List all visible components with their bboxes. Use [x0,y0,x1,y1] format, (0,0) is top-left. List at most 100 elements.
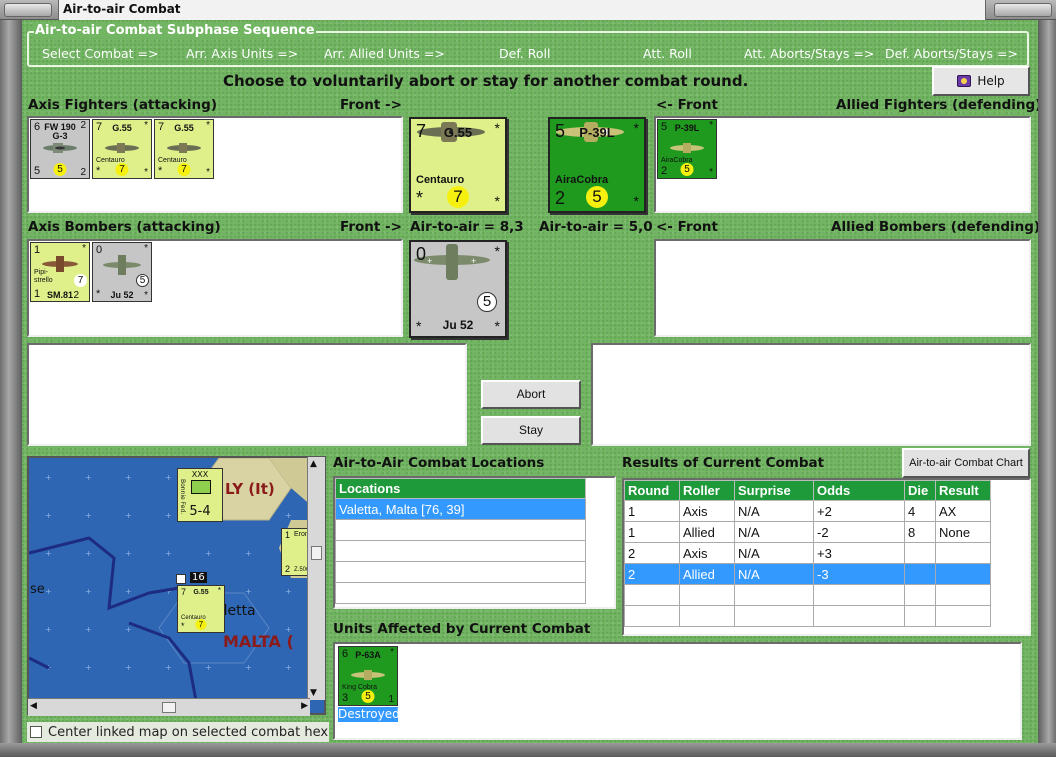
location-row[interactable] [335,561,586,583]
results-cell-round[interactable] [624,584,680,606]
results-cell-die[interactable]: 8 [904,521,936,543]
results-cell-odds[interactable]: -3 [813,563,905,585]
locations-list[interactable]: Locations Valetta, Malta [76, 39] [333,476,616,609]
results-cell-surprise[interactable]: N/A [734,563,814,585]
window-controls[interactable] [994,3,1052,17]
results-cell-surprise[interactable] [734,584,814,606]
step-att-aborts-stays: Att. Aborts/Stays => [744,46,875,61]
map-vertical-scrollbar[interactable]: ▲ ▼ [307,457,325,700]
vertical-scroll-thumb[interactable] [311,546,322,560]
axis-front-bomber-counter[interactable]: 0 * + + 5 Ju 52 * * [409,240,507,338]
results-cell-surprise[interactable] [734,605,814,627]
results-row[interactable] [624,605,991,627]
results-cell-round[interactable]: 2 [624,542,680,564]
axis-fighters-panel[interactable]: 6 FW 190 G-3 2 5 5 2 7 G.55 * Centauro *… [27,116,403,213]
affected-unit-counter[interactable]: 6 P-63A * King Cobra 3 5 1 [338,646,398,706]
results-cell-odds[interactable] [813,584,905,606]
allied-fighter-counter-1[interactable]: 5 P-39L * AiraCobra 2 5 * [657,119,717,179]
location-cell[interactable] [335,561,586,583]
results-cell-roller[interactable] [679,584,735,606]
locations-header[interactable]: Locations [335,478,586,499]
defense-value: 2 [285,564,291,574]
results-cell-surprise[interactable]: N/A [734,521,814,543]
axis-air-to-air-value: Air-to-air = 8,3 [410,219,524,235]
results-cell-die[interactable] [904,542,936,564]
location-row[interactable] [335,582,586,604]
results-cell-die[interactable] [904,563,936,585]
abort-button[interactable]: Abort [481,380,581,409]
results-cell-result[interactable]: AX [935,500,991,522]
allied-fighters-panel[interactable]: 5 P-39L * AiraCobra 2 5 * [654,116,1031,213]
results-cell-odds[interactable]: +3 [813,542,905,564]
window-menu-button[interactable] [4,3,52,17]
results-row[interactable]: 2 Allied N/A -3 [624,563,991,585]
help-button[interactable]: Help [932,66,1030,96]
location-cell[interactable]: Valetta, Malta [76, 39] [335,498,586,520]
map-ground-unit[interactable]: XXX Bonnie Fed. 5-4 [177,468,223,522]
results-cell-round[interactable] [624,605,680,627]
results-row[interactable]: 1 Allied N/A -2 8 None [624,521,991,543]
scroll-left-icon[interactable]: ◀ [30,701,37,711]
axis-bomber-counter-1[interactable]: 1 * Pipi- strello SM.81 1 7 2 [30,242,90,302]
scroll-right-icon[interactable]: ▶ [301,701,308,711]
combat-chart-button[interactable]: Air-to-air Combat Chart [902,448,1030,478]
map-horizontal-scrollbar[interactable]: ◀ ▶ [28,698,310,716]
results-cell-die[interactable] [904,584,936,606]
axis-fighter-counter-2[interactable]: 7 G.55 * Centauro * 7 * [92,119,152,179]
results-cell-die[interactable]: 4 [904,500,936,522]
axis-fighter-counter-3[interactable]: 7 G.55 * Centauro * 7 * [154,119,214,179]
results-row[interactable]: 2 Axis N/A +3 [624,542,991,564]
affected-units-panel[interactable]: 6 P-63A * King Cobra 3 5 1 Destroyed [333,642,1022,740]
results-cell-odds[interactable]: +2 [813,500,905,522]
horizontal-scroll-thumb[interactable] [162,702,176,713]
results-row[interactable]: 1 Axis N/A +2 4 AX [624,500,991,522]
results-header-roller[interactable]: Roller [679,480,735,501]
results-cell-surprise[interactable]: N/A [734,500,814,522]
results-cell-round[interactable]: 2 [624,563,680,585]
location-cell[interactable] [335,519,586,541]
allied-front-fighter-counter[interactable]: 5 P-39L * AiraCobra 2 5 * [548,117,646,213]
center-map-checkbox[interactable] [30,726,42,738]
results-cell-round[interactable]: 1 [624,500,680,522]
allied-bombers-panel[interactable] [654,239,1031,337]
results-cell-roller[interactable]: Axis [679,542,735,564]
linked-map[interactable]: + LY (It) MALTA ( aletta se XXX Bonnie F… [27,456,326,715]
results-cell-result[interactable] [935,605,991,627]
unit-subname: Centauro [416,174,465,186]
results-header-surprise[interactable]: Surprise [734,480,814,501]
results-header-result[interactable]: Result [935,480,991,501]
results-cell-roller[interactable] [679,605,735,627]
results-cell-result[interactable] [935,563,991,585]
results-header-round[interactable]: Round [624,480,680,501]
axis-front-fighter-counter[interactable]: 7 G.55 * Centauro * 7 * [409,117,507,213]
scroll-down-icon[interactable]: ▼ [310,688,317,698]
results-cell-roller[interactable]: Axis [679,500,735,522]
results-cell-odds[interactable] [813,605,905,627]
results-cell-die[interactable] [904,605,936,627]
location-row[interactable] [335,519,586,541]
location-row[interactable]: Valetta, Malta [76, 39] [335,498,586,520]
location-row[interactable] [335,540,586,562]
results-table[interactable]: Round Roller Surprise Odds Die Result 1A… [624,480,991,627]
location-cell[interactable] [335,582,586,604]
results-cell-roller[interactable]: Allied [679,521,735,543]
results-header-die[interactable]: Die [904,480,936,501]
results-cell-result[interactable] [935,584,991,606]
results-cell-roller[interactable]: Allied [679,563,735,585]
results-cell-result[interactable]: None [935,521,991,543]
map-stack-top-counter[interactable]: 7 G.55 * Centauro * 7 [177,585,225,633]
results-row[interactable] [624,584,991,606]
axis-bombers-panel[interactable]: 1 * Pipi- strello SM.81 1 7 2 0 * 5 Ju 5… [27,239,403,337]
results-header-odds[interactable]: Odds [813,480,905,501]
results-cell-round[interactable]: 1 [624,521,680,543]
location-cell[interactable] [335,540,586,562]
results-cell-odds[interactable]: -2 [813,521,905,543]
scroll-up-icon[interactable]: ▲ [310,459,317,469]
axis-bomber-counter-2[interactable]: 0 * 5 Ju 52 * * [92,242,152,302]
results-cell-result[interactable] [935,542,991,564]
stay-button[interactable]: Stay [481,416,581,445]
results-cell-surprise[interactable]: N/A [734,542,814,564]
center-map-checkbox-row[interactable]: Center linked map on selected combat hex [27,722,329,742]
results-table-panel[interactable]: Round Roller Surprise Odds Die Result 1A… [622,478,1031,636]
axis-fighter-counter-1[interactable]: 6 FW 190 G-3 2 5 5 2 [30,119,90,179]
